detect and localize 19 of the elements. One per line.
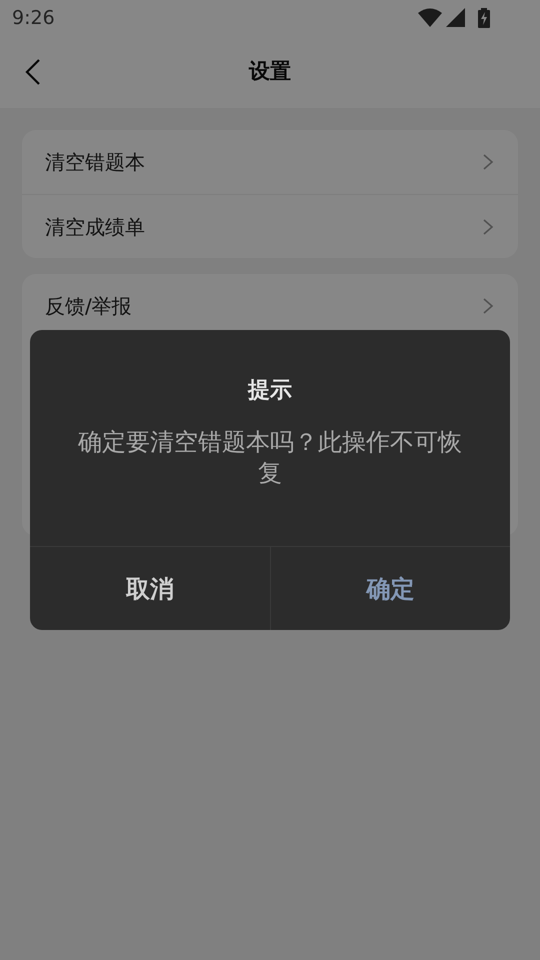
confirm-button[interactable]: 确定 <box>270 547 510 630</box>
page-title: 设置 <box>249 58 291 86</box>
wifi-icon <box>418 8 442 28</box>
cancel-button[interactable]: 取消 <box>30 547 270 630</box>
chevron-right-icon <box>482 153 494 171</box>
back-icon <box>25 59 41 85</box>
battery-icon <box>478 8 490 28</box>
settings-item[interactable]: 清空错题本 <box>22 130 518 194</box>
settings-label: 反馈/举报 <box>45 293 132 320</box>
settings-label: 清空成绩单 <box>45 214 145 240</box>
signal-icon <box>446 8 466 28</box>
settings-label: 清空错题本 <box>45 149 145 176</box>
status-time: 9:26 <box>12 6 55 31</box>
settings-item[interactable]: 清空成绩单 <box>22 194 518 258</box>
dialog-message: 确定要清空错题本吗？此操作不可恢复 <box>77 427 463 489</box>
dialog-title: 提示 <box>248 377 292 405</box>
chevron-right-icon <box>482 218 494 236</box>
chevron-right-icon <box>482 297 494 315</box>
settings-item[interactable]: 反馈/举报 <box>22 274 518 338</box>
